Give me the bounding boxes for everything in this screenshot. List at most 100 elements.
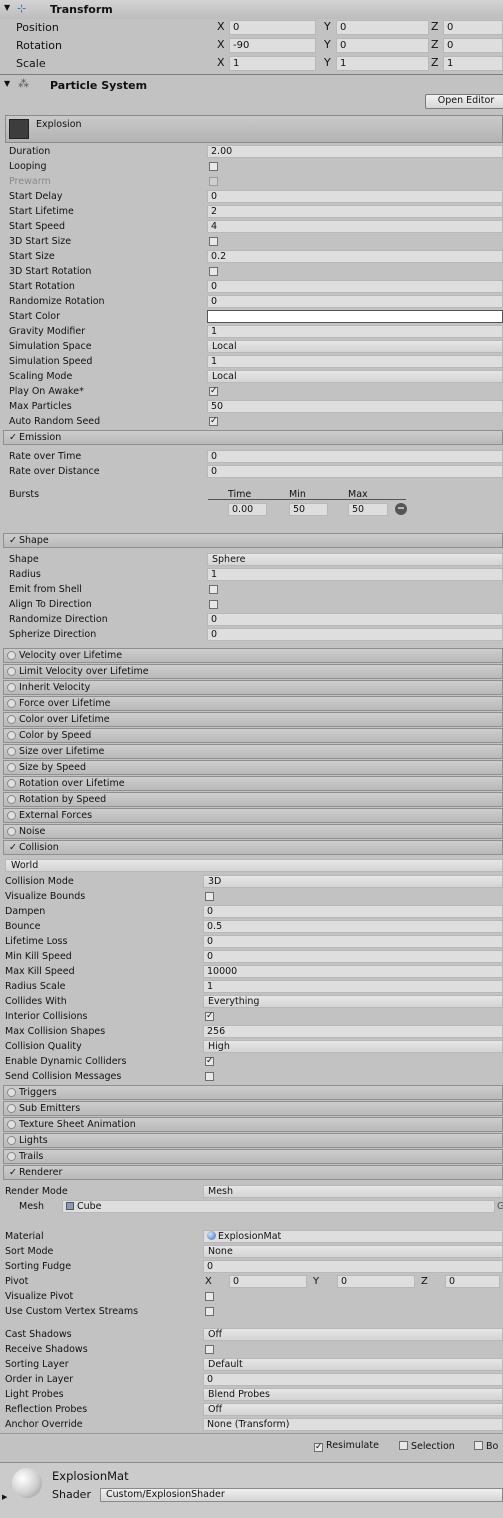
min-kill-speed-field[interactable]: 0 (203, 950, 503, 963)
anchor-override-object-field[interactable]: None (Transform) (203, 1418, 503, 1431)
max-collision-shapes-field[interactable]: 256 (203, 1025, 503, 1038)
light-probes-dropdown[interactable]: Blend Probes (203, 1388, 503, 1401)
transform-position-x-field[interactable]: 0 (229, 20, 316, 35)
start-color-swatch[interactable] (207, 310, 503, 323)
burst-min-field[interactable]: 50 (289, 503, 328, 516)
start-size-field[interactable]: 0.2 (207, 250, 503, 263)
order-in-layer-field[interactable]: 0 (203, 1373, 503, 1386)
interior-collisions-checkbox[interactable]: ✓ (205, 1012, 214, 1021)
max-kill-speed-field[interactable]: 10000 (203, 965, 503, 978)
particle-system-header[interactable]: ▼ ⁂ Particle System (0, 76, 503, 94)
rotation-by-speed-module-toggle[interactable] (7, 795, 16, 804)
inherit-velocity-module-toggle[interactable] (7, 683, 16, 692)
gravity-modifier-field[interactable]: 1 (207, 325, 503, 338)
bounds-toggle[interactable]: Bo (474, 1440, 498, 1452)
force-over-lifetime-module-toggle[interactable] (7, 699, 16, 708)
emit-from-shell-checkbox[interactable] (209, 585, 218, 594)
trails-module[interactable]: Trails (3, 1149, 503, 1164)
external-forces-module[interactable]: External Forces (3, 808, 503, 823)
scaling-mode-dropdown[interactable]: Local (207, 370, 503, 383)
noise-module-toggle[interactable] (7, 827, 16, 836)
visualize-bounds-checkbox[interactable] (205, 892, 214, 901)
pivot-x-field[interactable]: 0 (229, 1275, 307, 1288)
shape-module[interactable]: ✓ Shape (3, 533, 503, 548)
color-by-speed-module[interactable]: Color by Speed (3, 728, 503, 743)
max-particles-field[interactable]: 50 (207, 400, 503, 413)
auto-random-seed-checkbox[interactable]: ✓ (209, 417, 218, 426)
transform-rotation-y-field[interactable]: 0 (336, 38, 429, 53)
collision-mode-dropdown[interactable]: 3D (203, 875, 503, 888)
triggers-module-toggle[interactable] (7, 1088, 16, 1097)
burst-max-field[interactable]: 50 (348, 503, 388, 516)
transform-rotation-x-field[interactable]: -90 (229, 38, 316, 53)
mesh-picker-icon[interactable]: G (497, 1201, 503, 1212)
open-editor-button[interactable]: Open Editor (425, 94, 503, 109)
collision-module[interactable]: ✓ Collision (3, 840, 503, 855)
texture-sheet-animation-module-toggle[interactable] (7, 1120, 16, 1129)
transform-position-z-field[interactable]: 0 (443, 20, 503, 35)
force-over-lifetime-module[interactable]: Force over Lifetime (3, 696, 503, 711)
transform-scale-y-field[interactable]: 1 (336, 56, 429, 71)
collision-type-dropdown[interactable]: World (5, 859, 503, 872)
emission-module-checkbox[interactable]: ✓ (9, 431, 17, 444)
duration-field[interactable]: 2.00 (207, 145, 503, 158)
foldout-arrow-icon[interactable]: ▼ (4, 3, 10, 12)
dampen-field[interactable]: 0 (203, 905, 503, 918)
triggers-module[interactable]: Triggers (3, 1085, 503, 1100)
start-rotation-field[interactable]: 0 (207, 280, 503, 293)
looping-checkbox[interactable] (209, 162, 218, 171)
rate-over-time-field[interactable]: 0 (207, 450, 503, 463)
bounds-checkbox[interactable] (474, 1441, 483, 1450)
selection-checkbox[interactable] (399, 1441, 408, 1450)
collides-with-dropdown[interactable]: Everything (203, 995, 503, 1008)
foldout-arrow-icon[interactable]: ▶ (2, 1493, 7, 1501)
sub-emitters-module[interactable]: Sub Emitters (3, 1101, 503, 1116)
system-header[interactable]: Explosion (5, 115, 503, 143)
size-over-lifetime-module[interactable]: Size over Lifetime (3, 744, 503, 759)
pivot-z-field[interactable]: 0 (445, 1275, 500, 1288)
receive-shadows-checkbox[interactable] (205, 1345, 214, 1354)
selection-toggle[interactable]: Selection (399, 1440, 455, 1452)
shape-module-checkbox[interactable]: ✓ (9, 534, 17, 547)
resimulate-checkbox[interactable]: ✓ (314, 1443, 323, 1452)
collision-quality-dropdown[interactable]: High (203, 1040, 503, 1053)
velocity-over-lifetime-module-toggle[interactable] (7, 651, 16, 660)
color-over-lifetime-module[interactable]: Color over Lifetime (3, 712, 503, 727)
radius-field[interactable]: 1 (207, 568, 503, 581)
size-by-speed-module[interactable]: Size by Speed (3, 760, 503, 775)
external-forces-module-toggle[interactable] (7, 811, 16, 820)
color-by-speed-module-toggle[interactable] (7, 731, 16, 740)
shader-dropdown[interactable]: Custom/ExplosionShader (100, 1488, 503, 1502)
sub-emitters-module-toggle[interactable] (7, 1104, 16, 1113)
reflection-probes-dropdown[interactable]: Off (203, 1403, 503, 1416)
randomize-direction-field[interactable]: 0 (207, 613, 503, 626)
rate-over-distance-field[interactable]: 0 (207, 465, 503, 478)
size-over-lifetime-module-toggle[interactable] (7, 747, 16, 756)
rotation-by-speed-module[interactable]: Rotation by Speed (3, 792, 503, 807)
simulation-speed-field[interactable]: 1 (207, 355, 503, 368)
transform-rotation-z-field[interactable]: 0 (443, 38, 503, 53)
velocity-over-lifetime-module[interactable]: Velocity over Lifetime (3, 648, 503, 663)
start-speed-field[interactable]: 4 (207, 220, 503, 233)
burst-time-field[interactable]: 0.00 (228, 503, 267, 516)
randomize-rotation-field[interactable]: 0 (207, 295, 503, 308)
inherit-velocity-module[interactable]: Inherit Velocity (3, 680, 503, 695)
remove-burst-icon[interactable]: − (395, 503, 407, 515)
collision-module-checkbox[interactable]: ✓ (9, 841, 17, 854)
3d-start-size-checkbox[interactable] (209, 237, 218, 246)
size-by-speed-module-toggle[interactable] (7, 763, 16, 772)
3d-start-rotation-checkbox[interactable] (209, 267, 218, 276)
transform-header[interactable]: ▼ ⊹ Transform (0, 0, 503, 19)
visualize-pivot-checkbox[interactable] (205, 1292, 214, 1301)
lifetime-loss-field[interactable]: 0 (203, 935, 503, 948)
pivot-y-field[interactable]: 0 (337, 1275, 415, 1288)
material-object-field[interactable]: ExplosionMat (203, 1230, 503, 1243)
align-to-direction-checkbox[interactable] (209, 600, 218, 609)
send-collision-messages-checkbox[interactable] (205, 1072, 214, 1081)
sorting-fudge-field[interactable]: 0 (203, 1260, 503, 1273)
simulation-space-dropdown[interactable]: Local (207, 340, 503, 353)
bounce-field[interactable]: 0.5 (203, 920, 503, 933)
color-over-lifetime-module-toggle[interactable] (7, 715, 16, 724)
transform-position-y-field[interactable]: 0 (336, 20, 429, 35)
render-mode-dropdown[interactable]: Mesh (203, 1185, 503, 1198)
